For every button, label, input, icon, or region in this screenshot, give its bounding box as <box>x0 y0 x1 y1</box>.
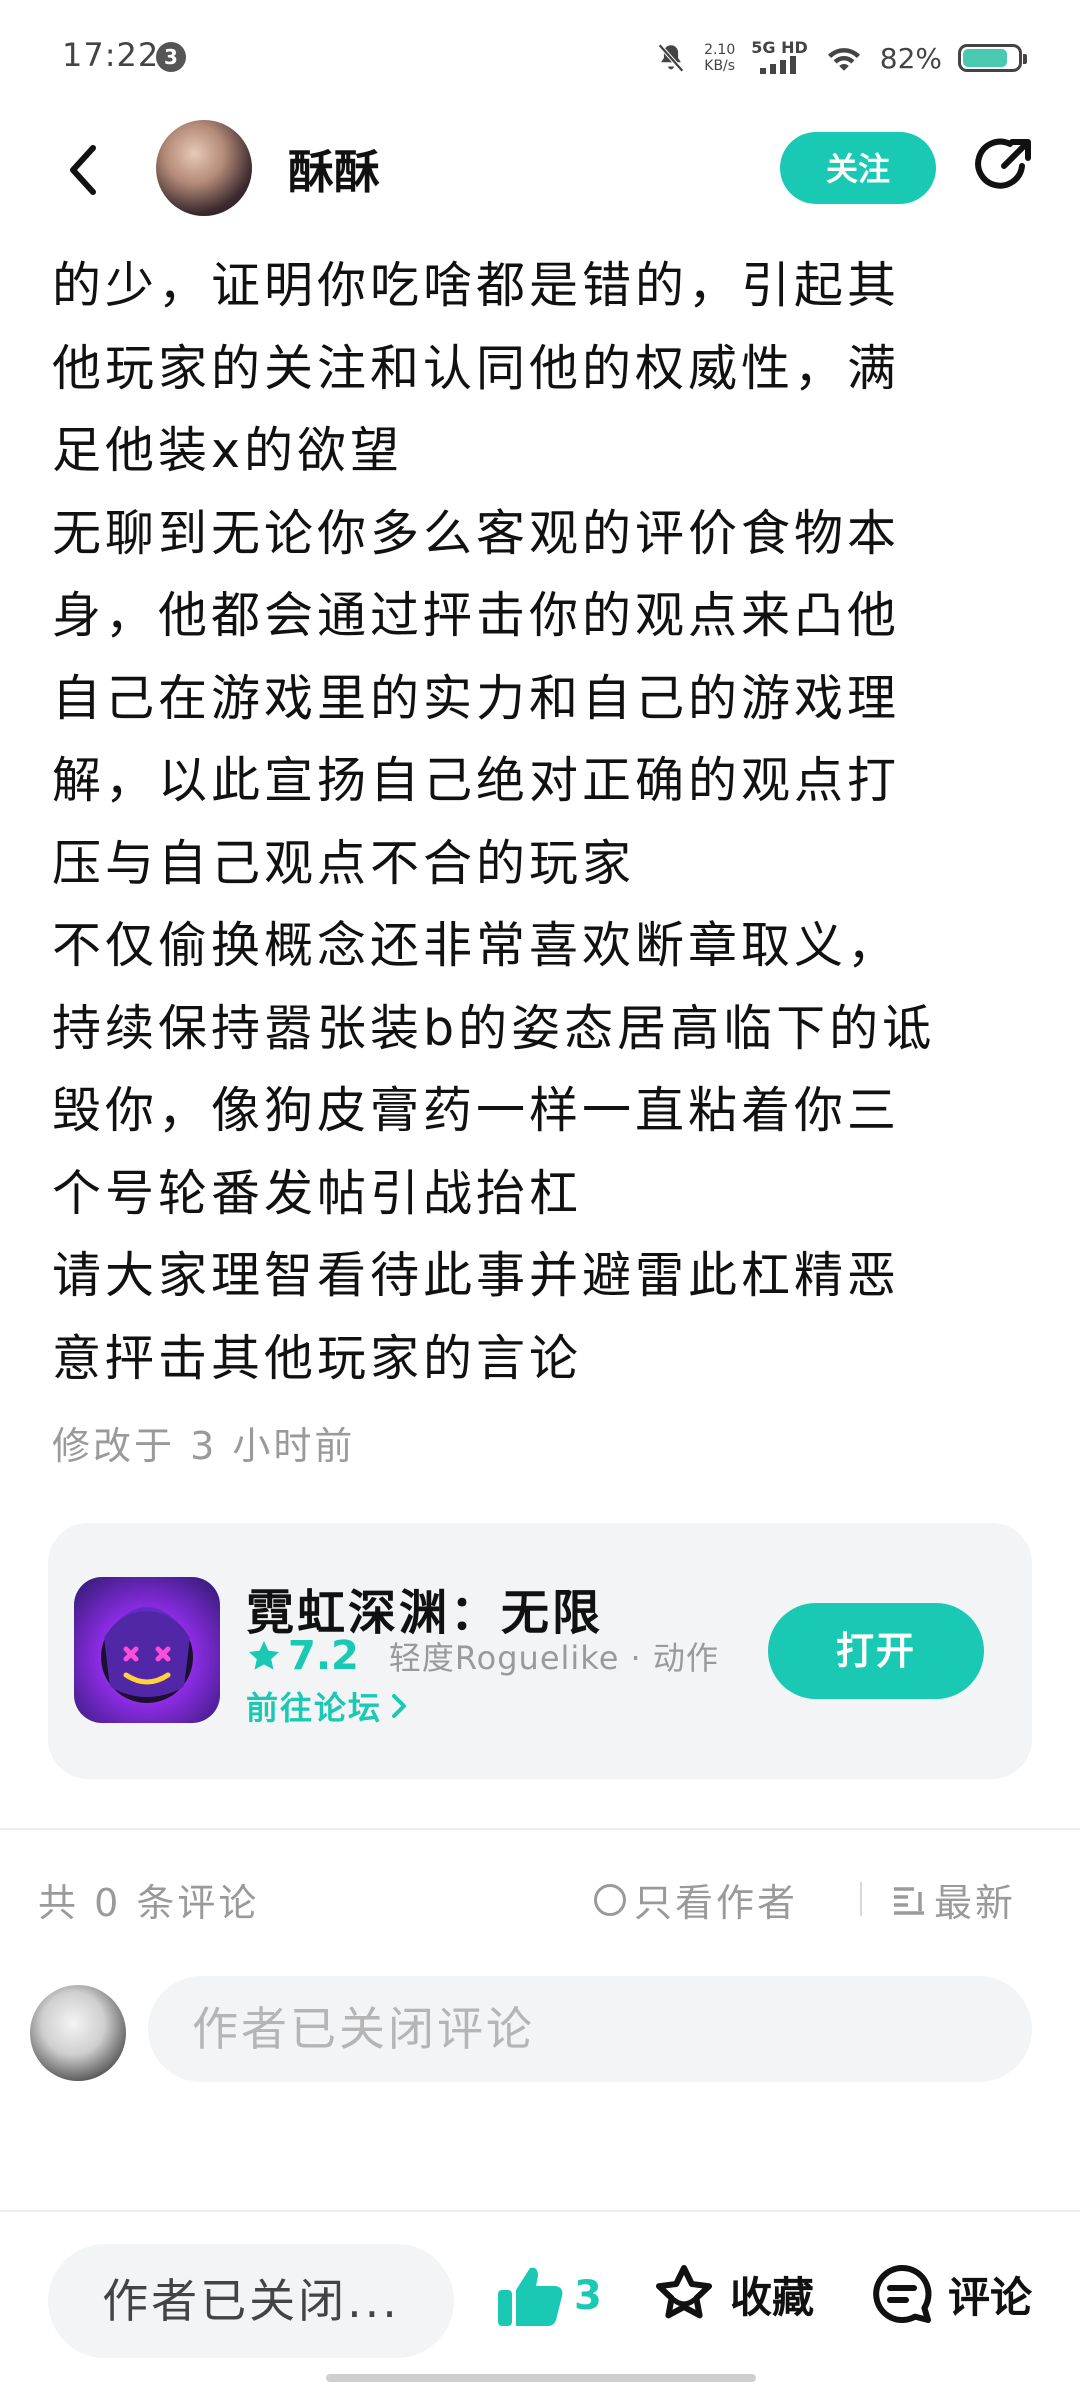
bottom-divider <box>0 2210 1080 2212</box>
game-art-icon <box>101 1607 193 1703</box>
post-line: 持续保持嚣张装b的姿态居高临下的诋 <box>52 999 936 1057</box>
post-line: 他玩家的关注和认同他的权威性，满 <box>52 339 901 397</box>
back-arrow-icon <box>70 145 96 195</box>
sort-toggle[interactable]: 最新 <box>892 1872 1016 1927</box>
post-line: 自己在游戏里的实力和自己的游戏理 <box>52 669 901 727</box>
game-meta: 7.2 轻度Roguelike · 动作 <box>246 1633 719 1679</box>
post-line: 的少，证明你吃啥都是错的，引起其 <box>52 257 901 314</box>
like-button[interactable]: 3 <box>494 2262 602 2330</box>
post-line: 压与自己观点不合的玩家 <box>52 834 636 892</box>
author-avatar[interactable] <box>156 120 252 216</box>
back-button[interactable] <box>52 134 112 206</box>
battery-icon <box>958 44 1027 72</box>
post-line: 个号轮番发帖引战抬杠 <box>52 1164 583 1222</box>
bell-muted-icon <box>658 43 684 73</box>
share-button[interactable] <box>970 136 1034 200</box>
filter-separator <box>860 1882 862 1916</box>
forum-link[interactable]: 前往论坛 <box>246 1683 408 1729</box>
radio-icon <box>594 1883 626 1916</box>
network-indicator: 5G HD <box>751 37 808 77</box>
post-line: 请大家理智看待此事并避雷此杠精恶 <box>52 1247 901 1304</box>
open-game-button[interactable]: 打开 <box>768 1603 984 1699</box>
status-bar: 17:22 3 2.10 KB/s 5G HD 82% <box>0 0 1080 110</box>
wifi-icon <box>827 48 860 71</box>
post-line: 身，他都会通过抨击你的观点来凸他 <box>52 587 901 644</box>
comment-input[interactable]: 作者已关闭评论 <box>148 1976 1032 2082</box>
only-author-label: 只看作者 <box>634 1881 799 1925</box>
comment-label: 评论 <box>948 2272 1033 2322</box>
game-tags: 轻度Roguelike · 动作 <box>388 1639 719 1677</box>
network-label: 5G HD <box>751 37 808 57</box>
post-line: 足他装x的欲望 <box>52 422 403 479</box>
sort-icon <box>894 1886 924 1915</box>
battery-fill <box>963 49 1008 67</box>
bottom-comment-input[interactable]: 作者已关闭... <box>48 2244 454 2358</box>
notification-badge: 3 <box>156 42 186 72</box>
only-author-toggle[interactable]: 只看作者 <box>594 1872 798 1927</box>
net-speed-unit: KB/s <box>704 58 736 74</box>
like-count: 3 <box>574 2273 602 2319</box>
favorite-label: 收藏 <box>730 2272 815 2322</box>
status-time: 17:22 <box>62 36 160 74</box>
comment-bubble-icon <box>873 2264 932 2323</box>
status-icons: 2.10 KB/s 5G HD 82% <box>654 36 1027 80</box>
author-name[interactable]: 酥酥 <box>288 136 380 202</box>
signal-icon <box>759 55 796 74</box>
follow-button[interactable]: 关注 <box>780 132 936 204</box>
share-icon <box>975 138 1031 189</box>
game-rating: 7.2 <box>288 1633 359 1679</box>
game-icon[interactable] <box>74 1577 220 1723</box>
current-user-avatar <box>30 1985 126 2081</box>
post-header: 酥酥 关注 <box>0 110 1080 230</box>
post-line: 意抨击其他玩家的言论 <box>52 1329 583 1387</box>
game-card[interactable]: 霓虹深渊：无限 7.2 轻度Roguelike · 动作 前往论坛 打开 <box>48 1523 1032 1779</box>
forum-link-label: 前往论坛 <box>246 1689 383 1727</box>
battery-percent: 82% <box>879 41 942 75</box>
comment-count: 共 0 条评论 <box>38 1881 260 1925</box>
net-speed: 2.10 KB/s <box>704 42 735 74</box>
star-icon <box>249 1641 279 1670</box>
post-body: 的少，证明你吃啥都是错的，引起其 他玩家的关注和认同他的权威性，满 足他装x的欲… <box>52 245 1032 1400</box>
section-divider <box>0 1828 1080 1830</box>
post-line: 毁你，像狗皮膏药一样一直粘着你三 <box>52 1082 901 1139</box>
post-line: 无聊到无论你多么客观的评价食物本 <box>52 504 901 562</box>
thumbs-up-icon <box>498 2267 563 2326</box>
post-line: 解，以此宣扬自己绝对正确的观点打 <box>52 752 901 809</box>
comment-button[interactable]: 评论 <box>870 2262 1032 2326</box>
favorite-button[interactable]: 收藏 <box>652 2262 814 2326</box>
net-speed-value: 2.10 <box>704 42 736 58</box>
star-outline-icon <box>656 2265 712 2319</box>
post-line: 不仅偷换概念还非常喜欢断章取义， <box>52 917 901 974</box>
sort-label: 最新 <box>934 1881 1017 1925</box>
chevron-right-icon <box>392 1694 407 1718</box>
modified-timestamp: 修改于 3 小时前 <box>52 1424 356 1468</box>
home-indicator[interactable] <box>326 2374 756 2382</box>
